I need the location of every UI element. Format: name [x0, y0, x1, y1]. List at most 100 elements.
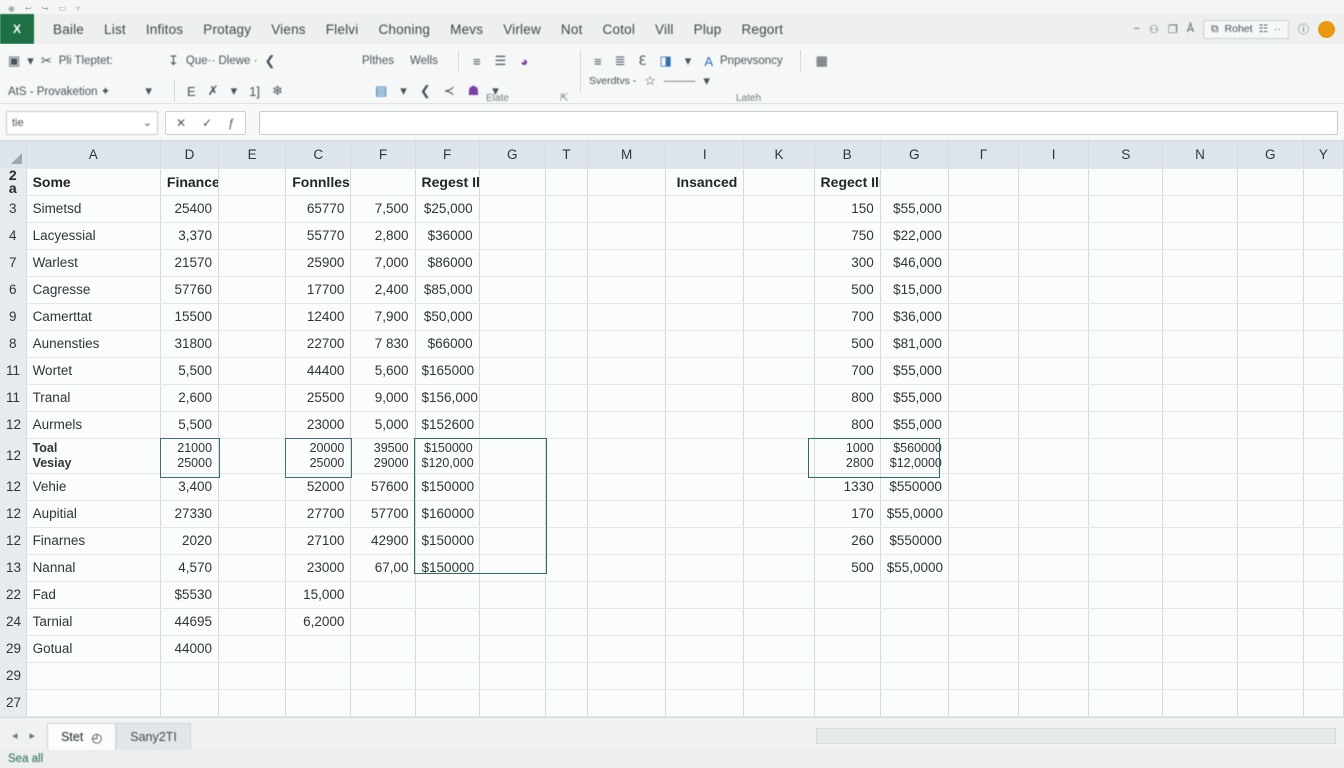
cell-r3-c15[interactable]	[1088, 249, 1164, 277]
cell-r1-c10[interactable]	[743, 195, 815, 223]
cell-r14-c8[interactable]	[587, 554, 667, 582]
cell-r17-c12[interactable]	[880, 635, 949, 663]
cell-r10-c9[interactable]	[665, 438, 745, 474]
cell-r8-c1[interactable]: 2,600	[160, 384, 220, 412]
number-dialog-launcher[interactable]: ⇱	[560, 93, 568, 104]
cell-r1-c17[interactable]	[1237, 195, 1304, 223]
cell-r13-c4[interactable]: 42900	[350, 527, 416, 555]
cell-r1-c7[interactable]	[545, 195, 588, 223]
cell-r5-c18[interactable]	[1303, 303, 1344, 331]
next-sheet-icon[interactable]: ▸	[30, 729, 36, 742]
cell-r8-c4[interactable]: 9,000	[350, 384, 416, 412]
cell-r2-c7[interactable]	[545, 222, 588, 250]
cell-r9-c14[interactable]	[1018, 411, 1090, 439]
cell-r14-c11[interactable]: 500	[814, 554, 881, 582]
row-header-12[interactable]: 12	[0, 500, 27, 528]
cell-r17-c10[interactable]	[743, 635, 815, 663]
cell-r17-c1[interactable]: 44000	[160, 635, 220, 663]
cell-r7-c2[interactable]	[218, 357, 287, 385]
cell-r13-c1[interactable]: 2020	[160, 527, 220, 555]
cell-r10-c14[interactable]	[1018, 438, 1090, 474]
column-header-11[interactable]: B	[814, 141, 881, 169]
cell-r2-c11[interactable]: 750	[814, 222, 881, 250]
cell-r1-c16[interactable]	[1162, 195, 1238, 223]
ribbon-tab-infitos[interactable]: Infitos	[137, 19, 192, 40]
cell-r18-c8[interactable]	[587, 662, 667, 690]
row-header-10[interactable]: 12	[0, 438, 27, 474]
cell-r1-c13[interactable]	[948, 195, 1020, 223]
percent-icon[interactable]: ℇ	[639, 53, 647, 69]
column-header-9[interactable]: I	[665, 141, 745, 169]
cell-r7-c11[interactable]: 700	[814, 357, 881, 385]
row-header-4[interactable]: 6	[0, 276, 27, 304]
cell-r8-c6[interactable]	[479, 384, 546, 412]
cell-r15-c12[interactable]	[880, 581, 949, 609]
cell-r13-c11[interactable]: 260	[814, 527, 881, 555]
insert-function-icon[interactable]: ƒ	[228, 116, 235, 130]
cell-r16-c0[interactable]: Tarnial	[26, 608, 161, 636]
ribbon-tab-not[interactable]: Not	[552, 19, 592, 40]
cell-r19-c13[interactable]	[948, 689, 1020, 717]
cell-r4-c3[interactable]: 17700	[285, 276, 352, 304]
cell-r9-c13[interactable]	[948, 411, 1020, 439]
cell-r14-c13[interactable]	[948, 554, 1020, 582]
cell-r8-c10[interactable]	[743, 384, 815, 412]
cell-r2-c10[interactable]	[743, 222, 815, 250]
ribbon-tab-cotol[interactable]: Cotol	[594, 19, 645, 40]
cell-r17-c11[interactable]	[814, 635, 881, 663]
cell-r7-c0[interactable]: Wortet	[26, 357, 161, 385]
cell-r6-c17[interactable]	[1237, 330, 1304, 358]
table-row[interactable]: 12 Aurmels 5,500 23000 5,000 $152600 800 $55,00…	[0, 411, 1344, 439]
cell-r5-c5[interactable]: $50,000	[415, 303, 480, 331]
cell-r11-c17[interactable]	[1237, 473, 1304, 501]
cell-r3-c5[interactable]: $86000	[415, 249, 480, 277]
table-row[interactable]: 6 Cagresse 57760 17700 2,400 $85,000 500 $15,00…	[0, 276, 1344, 304]
column-header-10[interactable]: K	[743, 141, 815, 169]
column-header-14[interactable]: I	[1018, 141, 1090, 169]
cell-r12-c1[interactable]: 27330	[160, 500, 220, 528]
cell-r19-c14[interactable]	[1018, 689, 1090, 717]
row-header-6[interactable]: 8	[0, 330, 27, 358]
cell-r4-c15[interactable]	[1088, 276, 1164, 304]
cell-r11-c9[interactable]	[665, 473, 745, 501]
cell-r7-c16[interactable]	[1162, 357, 1238, 385]
cell-r6-c11[interactable]: 500	[814, 330, 881, 358]
wrap-dropdown-icon[interactable]: ▾	[400, 83, 407, 99]
row-header-9[interactable]: 12	[0, 411, 27, 439]
cell-r10-c1[interactable]: 21000 25000	[160, 438, 220, 474]
cell-r8-c11[interactable]: 800	[814, 384, 881, 412]
cell-r19-c15[interactable]	[1088, 689, 1164, 717]
cell-r6-c4[interactable]: 7 830	[350, 330, 416, 358]
cell-r0-c0[interactable]: Some	[26, 168, 161, 196]
ribbon-tab-vill[interactable]: Vill	[646, 19, 683, 40]
cell-r4-c13[interactable]	[948, 276, 1020, 304]
column-header-15[interactable]: S	[1088, 141, 1164, 169]
cell-r7-c10[interactable]	[743, 357, 815, 385]
ribbon-tab-flelvi[interactable]: Flelvi	[317, 19, 368, 40]
cell-r4-c4[interactable]: 2,400	[350, 276, 416, 304]
cell-r9-c0[interactable]: Aurmels	[26, 411, 161, 439]
cell-r14-c5[interactable]: $150000	[415, 554, 480, 582]
cell-r7-c18[interactable]	[1303, 357, 1344, 385]
row-header-15[interactable]: 22	[0, 581, 27, 609]
cell-r15-c9[interactable]	[665, 581, 745, 609]
cell-r4-c11[interactable]: 500	[814, 276, 881, 304]
cell-r6-c0[interactable]: Aunensties	[26, 330, 161, 358]
cell-r1-c1[interactable]: 25400	[160, 195, 220, 223]
editing-dropdown-icon[interactable]: ▾	[703, 73, 710, 89]
cell-r15-c17[interactable]	[1237, 581, 1304, 609]
cell-r16-c2[interactable]	[218, 608, 287, 636]
cell-r12-c15[interactable]	[1088, 500, 1164, 528]
cell-r17-c3[interactable]	[285, 635, 352, 663]
align-center-icon[interactable]: ☰	[495, 53, 507, 69]
cell-r10-c12[interactable]: $560000 $12,0000	[880, 438, 949, 474]
cell-r9-c2[interactable]	[218, 411, 287, 439]
cell-r17-c6[interactable]	[479, 635, 546, 663]
table-row[interactable]: 29 Gotual 44000	[0, 635, 1344, 663]
cell-r11-c6[interactable]	[479, 473, 546, 501]
cell-r1-c15[interactable]	[1088, 195, 1164, 223]
cell-r9-c7[interactable]	[545, 411, 588, 439]
cell-r14-c0[interactable]: Nannal	[26, 554, 161, 582]
cell-r4-c10[interactable]	[743, 276, 815, 304]
cell-r13-c13[interactable]	[948, 527, 1020, 555]
